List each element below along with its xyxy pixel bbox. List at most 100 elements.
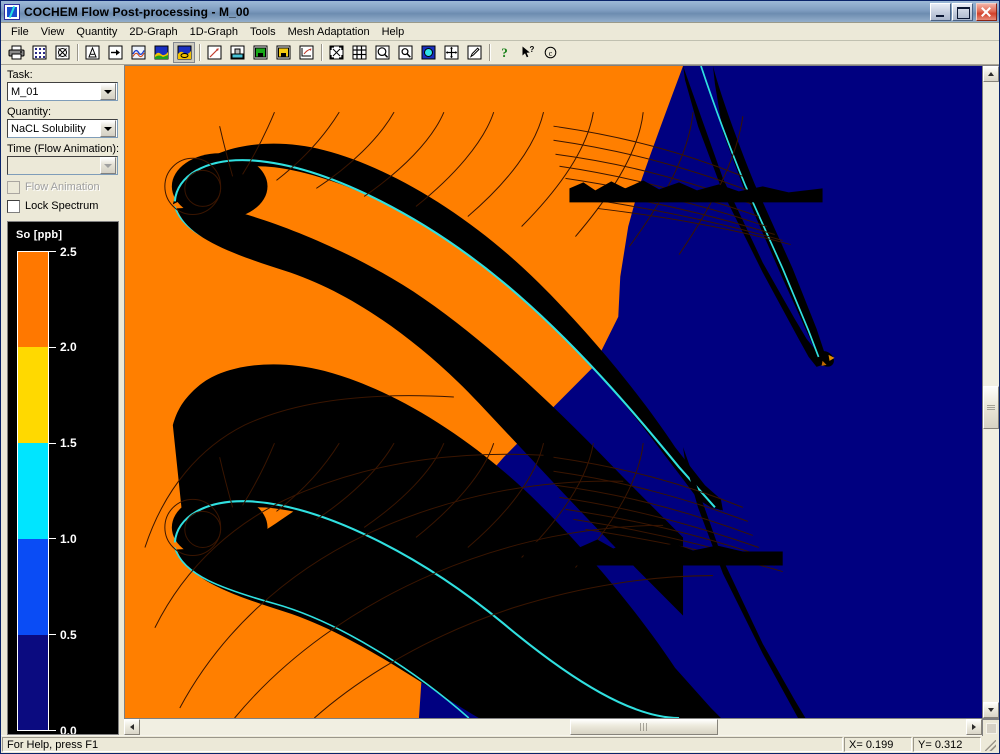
status-y-coordinate: Y= 0.312	[913, 737, 981, 752]
zoom-in-icon[interactable]	[371, 42, 393, 63]
annotate-text-icon[interactable]	[81, 42, 103, 63]
task-select[interactable]: M_01	[7, 82, 118, 101]
lock-spectrum-checkbox[interactable]: Lock Spectrum	[7, 199, 118, 214]
help-question-icon[interactable]: ?	[493, 42, 515, 63]
flow-animation-checkbox: Flow Animation	[7, 180, 118, 195]
checkbox-box	[7, 180, 20, 194]
tick-label: 0.5	[60, 627, 77, 642]
grip-icon	[987, 404, 995, 411]
pan-move-icon[interactable]	[440, 42, 462, 63]
task-label: Task:	[7, 69, 33, 81]
tick-label: 2.5	[60, 244, 77, 259]
resize-grip-icon[interactable]	[982, 737, 998, 752]
vertical-scrollbar[interactable]	[982, 65, 999, 718]
scrollbar-corner	[982, 719, 999, 736]
scroll-right-button[interactable]	[966, 719, 982, 735]
toolbar-separator	[318, 42, 325, 63]
copyright-icon[interactable]: c	[539, 42, 561, 63]
tick-label: 2.0	[60, 340, 77, 355]
quantity-select[interactable]: NaCL Solubility	[7, 119, 118, 138]
colorbar-edge-line	[17, 251, 50, 253]
time-label: Time (Flow Animation):	[7, 143, 120, 155]
context-help-icon[interactable]: ?	[516, 42, 538, 63]
chevron-down-icon[interactable]	[100, 120, 116, 137]
yellow-block-icon[interactable]	[272, 42, 294, 63]
boundary-box-icon[interactable]	[51, 42, 73, 63]
status-bar: For Help, press F1 X= 0.199 Y= 0.312	[1, 735, 999, 753]
horizontal-scrollbar-row	[124, 718, 999, 736]
colorbar-legend: So [ppb] 2.5 2.0 1.5 1.0 0.5 0.0	[7, 220, 119, 735]
vertical-scroll-track[interactable]	[983, 82, 999, 702]
tick-dash	[49, 730, 56, 732]
vector-plot-icon[interactable]	[203, 42, 225, 63]
chevron-down-icon[interactable]	[100, 83, 116, 100]
horizontal-scroll-thumb[interactable]	[569, 719, 719, 735]
menu-item-tools[interactable]: Tools	[244, 24, 282, 40]
colorbar-edge-line	[17, 730, 50, 732]
flow-field-plot[interactable]	[124, 65, 982, 718]
horizontal-scroll-track[interactable]	[140, 719, 966, 735]
minimize-button[interactable]	[930, 2, 951, 21]
task-select-value: M_01	[11, 85, 39, 98]
colorbar-ticks: 2.5 2.0 1.5 1.0 0.5 0.0	[17, 246, 113, 734]
pencil-edit-icon[interactable]	[463, 42, 485, 63]
menu-item-view[interactable]: View	[35, 24, 71, 40]
scroll-down-button[interactable]	[983, 702, 999, 718]
tick-dash	[49, 634, 56, 636]
streamline-icon[interactable]	[295, 42, 317, 63]
status-help-text: For Help, press F1	[2, 737, 843, 752]
menu-item-file[interactable]: File	[5, 24, 35, 40]
quantity-label: Quantity:	[7, 106, 52, 118]
status-x-coordinate: X= 0.199	[844, 737, 912, 752]
colorbar-band-0.0-0.5	[18, 634, 48, 731]
svg-text:c: c	[548, 49, 552, 58]
close-button[interactable]	[976, 2, 997, 21]
menu-item-quantity[interactable]: Quantity	[70, 24, 123, 40]
node-probe-icon[interactable]	[417, 42, 439, 63]
menu-item-2d-graph[interactable]: 2D-Graph	[123, 24, 183, 40]
time-select	[7, 156, 118, 175]
contour-fill-icon[interactable]	[150, 42, 172, 63]
control-sidebar: Task: M_01 Quantity: NaCL Solubility Tim…	[1, 65, 123, 735]
main-body: Task: M_01 Quantity: NaCL Solubility Tim…	[1, 65, 999, 736]
tick-dash	[49, 538, 56, 540]
visualization-area	[124, 65, 999, 736]
quantity-select-value: NaCL Solubility	[11, 122, 86, 135]
zoom-out-icon[interactable]	[394, 42, 416, 63]
green-block-icon[interactable]	[249, 42, 271, 63]
arrow-right-icon[interactable]	[104, 42, 126, 63]
scroll-up-button[interactable]	[983, 66, 999, 82]
application-window: COCHEM Flow Post-processing - M_00 File …	[0, 0, 1000, 754]
grid-dots-icon[interactable]	[28, 42, 50, 63]
wave-plot-icon[interactable]	[127, 42, 149, 63]
window-title: COCHEM Flow Post-processing - M_00	[24, 4, 250, 19]
mesh-icon[interactable]	[348, 42, 370, 63]
tick-label: 1.5	[60, 436, 77, 451]
svg-text:?: ?	[529, 45, 534, 54]
cut-plane-icon[interactable]	[226, 42, 248, 63]
tick-label: 0.0	[60, 723, 77, 735]
contour-lines-icon[interactable]	[173, 42, 195, 63]
scroll-left-button[interactable]	[124, 719, 140, 735]
lock-spectrum-label: Lock Spectrum	[25, 200, 99, 213]
colorbar-gradient	[17, 251, 49, 731]
menu-item-mesh-adaptation[interactable]: Mesh Adaptation	[282, 24, 376, 40]
colorbar-band-1.5-2.0	[18, 347, 48, 444]
svg-text:?: ?	[501, 45, 508, 60]
fit-to-window-icon[interactable]	[325, 42, 347, 63]
checkbox-box[interactable]	[7, 199, 20, 213]
tick-dash	[49, 442, 56, 444]
title-bar: COCHEM Flow Post-processing - M_00	[1, 1, 999, 23]
maximize-button[interactable]	[952, 2, 973, 21]
menu-item-1d-graph[interactable]: 1D-Graph	[184, 24, 244, 40]
toolbar-separator	[486, 42, 493, 63]
vertical-scroll-thumb[interactable]	[983, 385, 999, 430]
flow-animation-label: Flow Animation	[25, 181, 100, 194]
tick-label: 1.0	[60, 531, 77, 546]
contour-plot-svg	[125, 66, 982, 718]
menu-item-help[interactable]: Help	[376, 24, 411, 40]
tick-dash	[49, 251, 56, 253]
toolbar-separator	[74, 42, 81, 63]
colorbar-title: So [ppb]	[16, 228, 63, 241]
print-icon[interactable]	[5, 42, 27, 63]
